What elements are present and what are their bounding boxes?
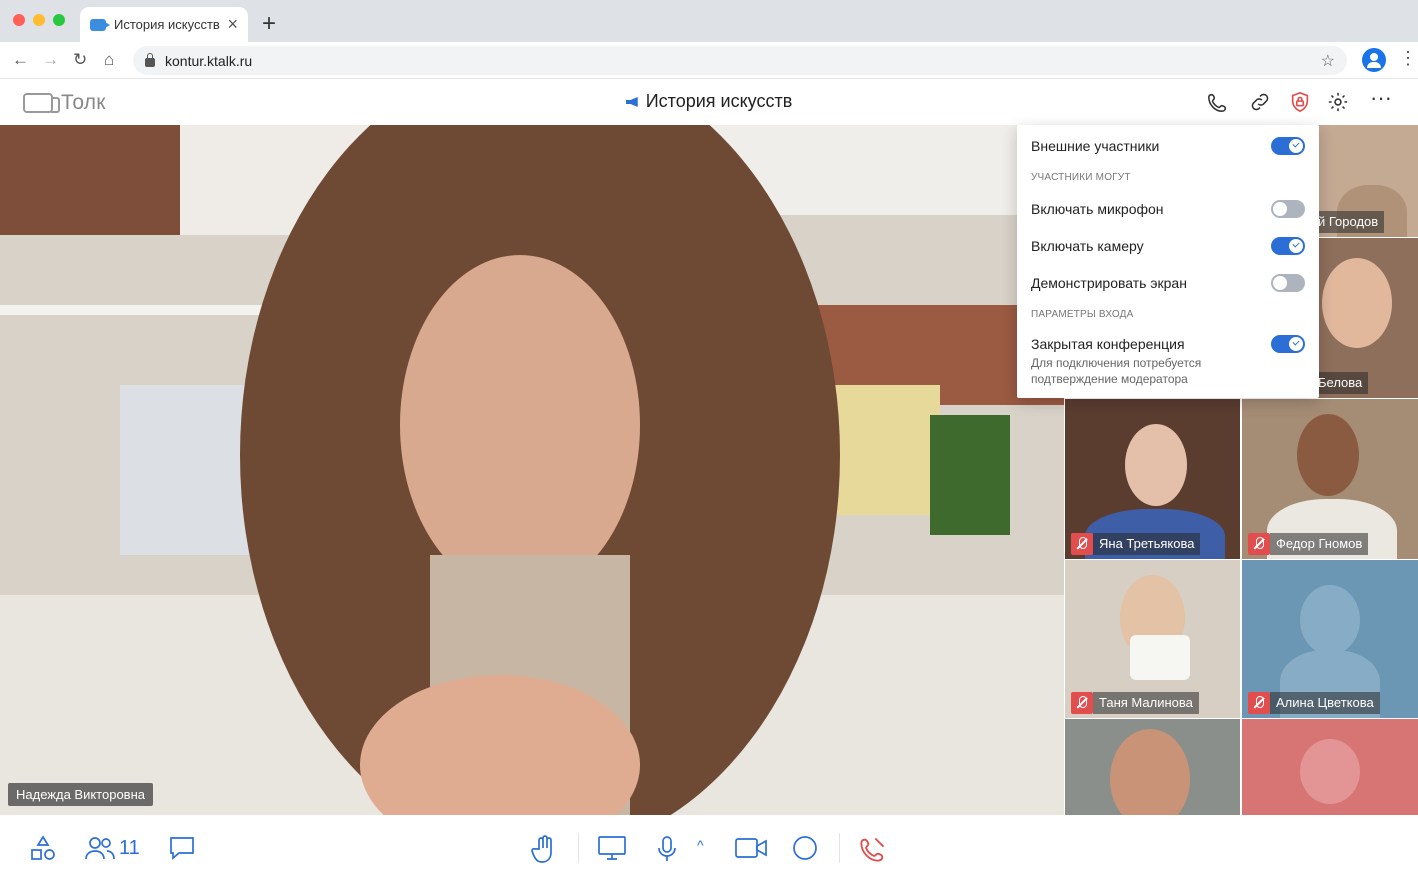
window-maximize-button[interactable]: [53, 14, 65, 26]
participant-name-label: й Городов: [1312, 211, 1385, 233]
setting-enable-camera[interactable]: Включать камеру: [1031, 237, 1305, 255]
lock-icon: [145, 53, 155, 67]
mic-off-icon: [1248, 533, 1270, 555]
section-heading: УЧАСТНИКИ МОГУТ: [1031, 172, 1131, 183]
window-minimize-button[interactable]: [33, 14, 45, 26]
gear-icon[interactable]: [1327, 91, 1349, 113]
browser-tabbar: История искусств × +: [0, 0, 1418, 42]
avatar: [1297, 414, 1359, 496]
toggle-knob: [1273, 276, 1287, 290]
share-screen-toggle[interactable]: [1271, 274, 1305, 292]
conference-title: История искусств: [0, 91, 1418, 112]
toggle-check-icon: [1289, 139, 1303, 153]
browser-toolbar: ← → ↻ ⌂ kontur.ktalk.ru ☆ ⋮: [0, 42, 1418, 79]
avatar-placeholder-icon: [1300, 739, 1360, 804]
microphone-icon[interactable]: [656, 835, 678, 863]
window-close-button[interactable]: [13, 14, 25, 26]
raise-hand-icon[interactable]: [531, 835, 557, 863]
mic-off-icon: [1248, 692, 1270, 714]
screen-share-icon[interactable]: [597, 835, 627, 861]
participants-count[interactable]: 11: [119, 837, 140, 860]
toggle-check-icon: [1289, 337, 1303, 351]
avatar-placeholder-icon: [1300, 585, 1360, 655]
closed-conference-toggle[interactable]: [1271, 335, 1305, 353]
participant-name-label: Белова: [1312, 372, 1369, 394]
setting-hint: Для подключения потребуется подтверждени…: [1031, 356, 1202, 386]
chat-icon[interactable]: [168, 835, 196, 861]
call-toolbar: 11 ^: [0, 815, 1418, 877]
participant-tile[interactable]: Алина Цветкова: [1242, 560, 1418, 718]
tab-close-icon[interactable]: ×: [227, 14, 238, 35]
main-speaker-video: Надежда Викторовна: [0, 125, 1064, 815]
participant-name-label: Яна Третьякова: [1071, 533, 1201, 555]
reload-icon[interactable]: ↻: [73, 50, 87, 70]
background-scene-image: [0, 125, 1064, 815]
address-bar[interactable]: kontur.ktalk.ru ☆: [133, 46, 1347, 75]
mic-off-icon: [1071, 533, 1093, 555]
participant-tile[interactable]: Таня Малинова: [1065, 560, 1240, 718]
browser-menu-icon[interactable]: ⋮: [1399, 48, 1417, 69]
apps-shapes-icon[interactable]: [30, 835, 56, 861]
setting-label: Включать камеру: [1031, 238, 1144, 254]
toggle-check-icon: [1289, 239, 1303, 253]
participants-icon[interactable]: [85, 835, 115, 861]
avatar: [1110, 729, 1190, 815]
mic-options-chevron-icon[interactable]: ^: [697, 837, 704, 853]
camera-icon[interactable]: [734, 835, 768, 861]
participant-name: Алина Цветкова: [1270, 692, 1380, 714]
megaphone-icon: [625, 97, 638, 107]
home-icon[interactable]: ⌂: [104, 50, 114, 70]
setting-label: Закрытая конференция: [1031, 336, 1185, 352]
url-text: kontur.ktalk.ru: [165, 52, 253, 69]
setting-closed-conference[interactable]: Закрытая конференция: [1031, 335, 1305, 353]
conference-title-text: История искусств: [645, 91, 793, 111]
security-lock-icon[interactable]: [1289, 91, 1311, 113]
more-options-icon[interactable]: ···: [1370, 85, 1392, 110]
speaker-name-label: Надежда Викторовна: [8, 783, 153, 806]
setting-enable-mic[interactable]: Включать микрофон: [1031, 200, 1305, 218]
mic-off-icon: [1071, 692, 1093, 714]
enable-mic-toggle[interactable]: [1271, 200, 1305, 218]
setting-label: Внешние участники: [1031, 138, 1160, 154]
participant-tile[interactable]: [1242, 719, 1418, 815]
participant-name-label: Федор Гномов: [1248, 533, 1369, 555]
app-header: Толк История искусств ···: [0, 79, 1418, 125]
bookmark-star-icon[interactable]: ☆: [1321, 51, 1335, 71]
tab-title: История искусств: [114, 17, 220, 32]
link-icon[interactable]: [1249, 91, 1271, 113]
section-heading: ПАРАМЕТРЫ ВХОДА: [1031, 309, 1134, 320]
participant-name: й Городов: [1312, 211, 1385, 233]
participant-tile[interactable]: Яна Третьякова: [1065, 399, 1240, 559]
setting-external-participants[interactable]: Внешние участники: [1031, 137, 1305, 155]
back-arrow-icon[interactable]: ←: [12, 50, 29, 70]
avatar: [1125, 424, 1187, 506]
participant-tile[interactable]: Федор Гномов: [1242, 399, 1418, 559]
mug-image: [1130, 635, 1190, 680]
participant-name: Яна Третьякова: [1093, 533, 1201, 555]
profile-avatar-icon[interactable]: [1362, 48, 1386, 72]
participant-name: Белова: [1312, 372, 1369, 394]
participant-name: Федор Гномов: [1270, 533, 1369, 555]
phone-icon[interactable]: [1207, 91, 1229, 113]
forward-arrow-icon[interactable]: →: [42, 50, 59, 70]
video-camera-icon: [90, 18, 110, 31]
setting-label: Демонстрировать экран: [1031, 275, 1187, 291]
setting-share-screen[interactable]: Демонстрировать экран: [1031, 274, 1305, 292]
enable-camera-toggle[interactable]: [1271, 237, 1305, 255]
divider: [839, 833, 840, 863]
participant-name-label: Таня Малинова: [1071, 692, 1199, 714]
participant-tile[interactable]: [1065, 719, 1240, 815]
participant-name: Таня Малинова: [1093, 692, 1199, 714]
hang-up-phone-icon[interactable]: [859, 835, 887, 863]
divider: [578, 833, 579, 863]
new-tab-button[interactable]: +: [262, 10, 276, 38]
conference-settings-popup: Внешние участники УЧАСТНИКИ МОГУТ Включа…: [1017, 125, 1319, 398]
setting-label: Включать микрофон: [1031, 201, 1164, 217]
external-participants-toggle[interactable]: [1271, 137, 1305, 155]
browser-tab[interactable]: История искусств ×: [80, 7, 248, 42]
avatar: [1322, 258, 1392, 348]
toggle-knob: [1273, 202, 1287, 216]
record-icon[interactable]: [792, 835, 818, 861]
participant-name-label: Алина Цветкова: [1248, 692, 1380, 714]
